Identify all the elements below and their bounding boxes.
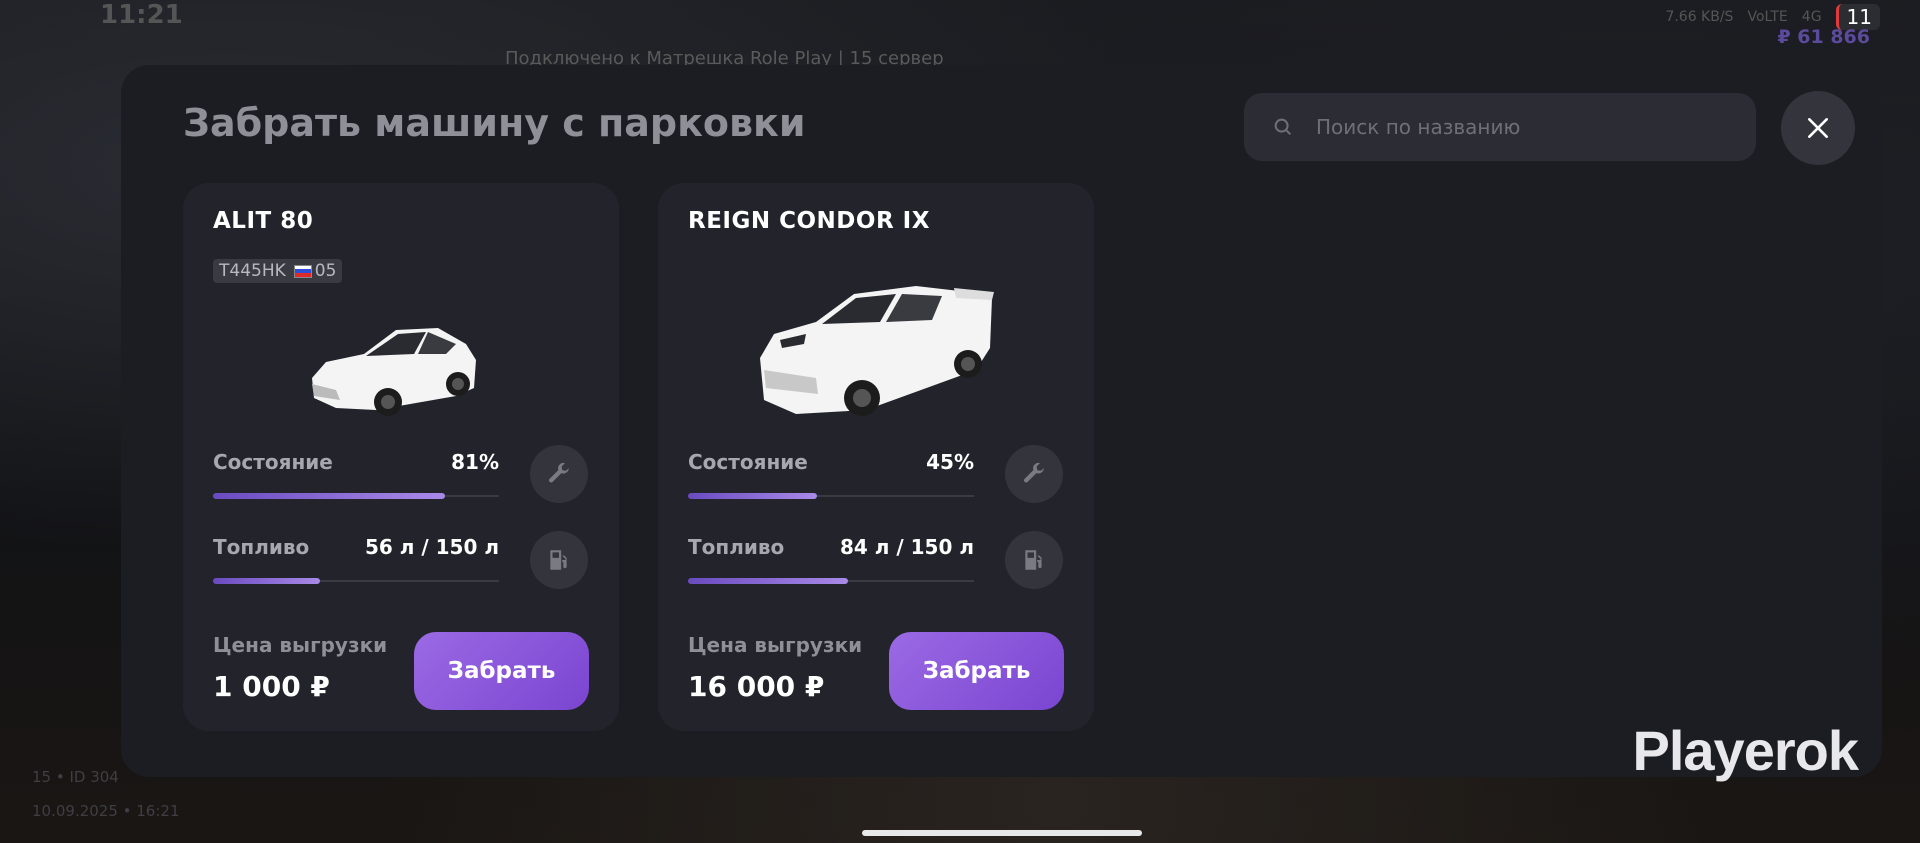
datetime: 10.09.2025 • 16:21: [32, 802, 180, 820]
repair-button[interactable]: [1005, 445, 1063, 503]
wrench-icon: [1024, 462, 1045, 483]
fuel-label: Топливо: [688, 535, 785, 559]
repair-button[interactable]: [530, 445, 588, 503]
money-counter: ₽ 61 866: [1777, 26, 1870, 48]
price-value: 1 000 ₽: [213, 670, 330, 703]
price-label: Цена выгрузки: [213, 633, 388, 657]
clock: 11:21: [100, 0, 183, 30]
status-bar: 11:21 7.66 KB/S VoLTE 4G 11: [0, 0, 1920, 34]
russia-flag-icon: [293, 264, 312, 278]
search-input[interactable]: [1316, 115, 1756, 139]
fuel-pump-icon: [1025, 550, 1042, 570]
wrench-icon: [549, 462, 570, 483]
condition-label: Состояние: [688, 450, 808, 474]
fuel-bar-fill: [213, 578, 320, 584]
search-icon: [1274, 118, 1292, 136]
region-code: 05: [314, 261, 337, 281]
watermark: Playerok: [1632, 719, 1859, 782]
close-icon: [1808, 118, 1828, 138]
refuel-button[interactable]: [530, 531, 588, 589]
car-card: ALIT 80 T445HK 05 Состояние 81% Топливо …: [183, 183, 619, 731]
fuel-value: 84 л / 150 л: [839, 535, 974, 559]
close-button[interactable]: [1781, 91, 1855, 165]
take-car-button[interactable]: Забрать: [414, 632, 589, 710]
home-indicator[interactable]: [862, 830, 1142, 836]
price-label: Цена выгрузки: [688, 633, 863, 657]
net-speed: 7.66 KB/S: [1665, 9, 1734, 25]
car-name: ALIT 80: [213, 208, 314, 234]
condition-value: 81%: [451, 450, 499, 474]
plate-region: 05: [293, 261, 337, 281]
condition-value: 45%: [926, 450, 974, 474]
condition-bar: [688, 493, 974, 499]
fuel-bar: [213, 578, 499, 584]
panel-title: Забрать машину с парковки: [183, 101, 806, 145]
parking-panel: Забрать машину с парковки ALIT 80 T445HK…: [121, 65, 1882, 777]
condition-bar: [213, 493, 499, 499]
plate-number: T445HK: [219, 261, 286, 281]
condition-bar-fill: [688, 493, 817, 499]
fuel-label: Топливо: [213, 535, 310, 559]
signal-strength: 4G: [1801, 9, 1822, 25]
condition-bar-fill: [213, 493, 445, 499]
fuel-value: 56 л / 150 л: [364, 535, 499, 559]
fuel-bar-fill: [688, 578, 849, 584]
fuel-pump-icon: [550, 550, 567, 570]
network-type: VoLTE: [1747, 9, 1788, 25]
car-card: REIGN CONDOR IX Состояние 45% Топливо 84…: [658, 183, 1094, 731]
price-value: 16 000 ₽: [688, 670, 825, 703]
take-car-button[interactable]: Забрать: [889, 632, 1064, 710]
condition-label: Состояние: [213, 450, 333, 474]
car-name: REIGN CONDOR IX: [688, 208, 930, 234]
search-box[interactable]: [1244, 93, 1756, 161]
license-plate: T445HK 05: [213, 259, 343, 283]
fuel-bar: [688, 578, 974, 584]
car-image: [312, 328, 476, 416]
car-image: [760, 286, 994, 416]
refuel-button[interactable]: [1005, 531, 1063, 589]
